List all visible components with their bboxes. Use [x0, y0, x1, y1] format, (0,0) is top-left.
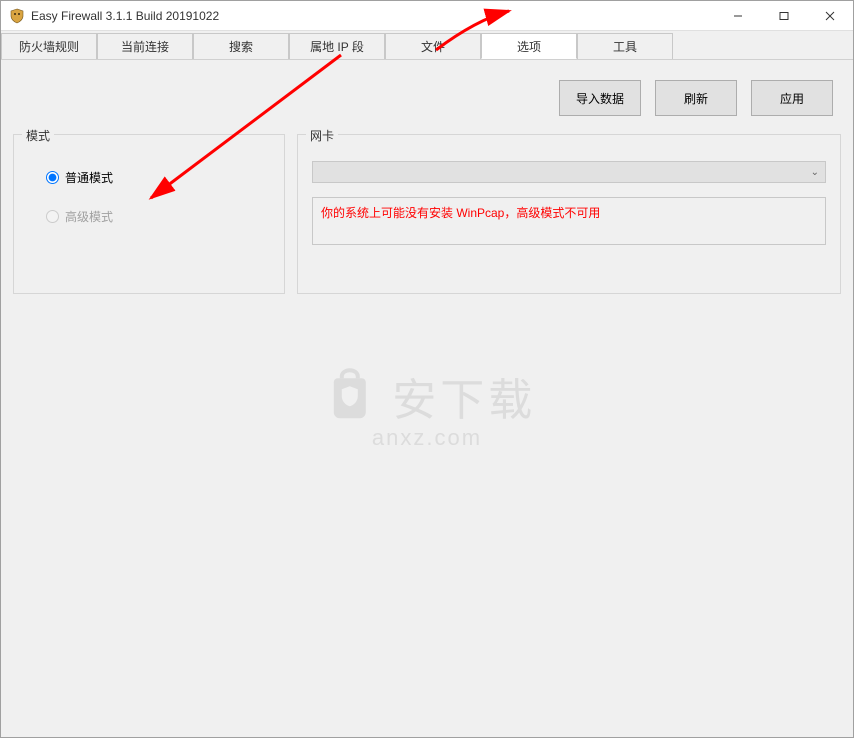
- watermark-domain: anxz.com: [318, 425, 536, 451]
- tab-label: 当前连接: [121, 38, 169, 55]
- panels-row: 模式 普通模式 高级模式 网卡 ⌄ 你的系统上可能没有安装 WinPcap，高级…: [13, 134, 841, 294]
- close-icon: [825, 11, 835, 21]
- tab-search[interactable]: 搜索: [193, 33, 289, 59]
- mode-advanced-radio: 高级模式: [46, 208, 270, 225]
- tab-label: 选项: [517, 38, 541, 55]
- button-label: 应用: [780, 90, 804, 107]
- titlebar: Easy Firewall 3.1.1 Build 20191022: [1, 1, 853, 31]
- net-adapter-dropdown[interactable]: ⌄: [312, 161, 826, 183]
- tab-file[interactable]: 文件: [385, 33, 481, 59]
- content-area: 导入数据 刷新 应用 模式 普通模式 高级模式 网卡 ⌄: [1, 60, 853, 737]
- close-button[interactable]: [807, 1, 853, 30]
- net-status-box: 你的系统上可能没有安装 WinPcap，高级模式不可用: [312, 197, 826, 245]
- window-title: Easy Firewall 3.1.1 Build 20191022: [31, 9, 715, 23]
- tab-connections[interactable]: 当前连接: [97, 33, 193, 59]
- mode-legend: 模式: [22, 127, 54, 144]
- button-label: 刷新: [684, 90, 708, 107]
- tab-options[interactable]: 选项: [481, 33, 577, 59]
- tab-firewall-rules[interactable]: 防火墙规则: [1, 33, 97, 59]
- minimize-icon: [733, 11, 743, 21]
- net-legend: 网卡: [306, 127, 338, 144]
- net-fieldset: 网卡 ⌄ 你的系统上可能没有安装 WinPcap，高级模式不可用: [297, 134, 841, 294]
- tab-label: 工具: [613, 38, 637, 55]
- toolbar: 导入数据 刷新 应用: [13, 70, 841, 134]
- window-controls: [715, 1, 853, 30]
- apply-button[interactable]: 应用: [751, 80, 833, 116]
- mode-normal-radio[interactable]: 普通模式: [46, 169, 270, 186]
- radio-input: [46, 210, 59, 223]
- button-label: 导入数据: [576, 90, 624, 107]
- app-icon: [9, 8, 25, 24]
- watermark: 安下载 anxz.com: [318, 364, 536, 451]
- refresh-button[interactable]: 刷新: [655, 80, 737, 116]
- tab-label: 文件: [421, 38, 445, 55]
- watermark-brand: 安下载: [392, 364, 536, 428]
- tab-tools[interactable]: 工具: [577, 33, 673, 59]
- chevron-down-icon: ⌄: [811, 167, 819, 178]
- tab-label: 搜索: [229, 38, 253, 55]
- status-text: 你的系统上可能没有安装 WinPcap，高级模式不可用: [321, 206, 600, 220]
- radio-label: 高级模式: [65, 208, 113, 225]
- radio-input[interactable]: [46, 171, 59, 184]
- tabs-row: 防火墙规则 当前连接 搜索 属地 IP 段 文件 选项 工具: [1, 31, 853, 60]
- mode-fieldset: 模式 普通模式 高级模式: [13, 134, 285, 294]
- minimize-button[interactable]: [715, 1, 761, 30]
- import-button[interactable]: 导入数据: [559, 80, 641, 116]
- tab-label: 防火墙规则: [19, 38, 79, 55]
- maximize-icon: [779, 11, 789, 21]
- maximize-button[interactable]: [761, 1, 807, 30]
- tab-ip-range[interactable]: 属地 IP 段: [289, 33, 385, 59]
- tab-label: 属地 IP 段: [310, 38, 364, 55]
- watermark-bag-icon: [318, 364, 382, 429]
- radio-label: 普通模式: [65, 169, 113, 186]
- app-window: Easy Firewall 3.1.1 Build 20191022 防火墙规则…: [0, 0, 854, 738]
